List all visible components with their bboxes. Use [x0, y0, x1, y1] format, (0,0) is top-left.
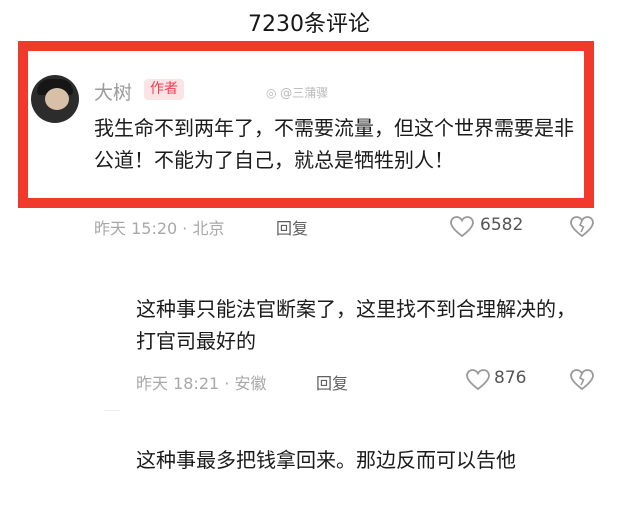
- comment-time: 昨天 15:20 · 北京: [94, 219, 225, 238]
- avatar-face: [45, 88, 69, 110]
- comment-text: 我生命不到两年了，不需要流量，但这个世界需要是非公道！不能为了自己，就总是牺牲别…: [94, 116, 574, 172]
- heart-icon[interactable]: [450, 216, 474, 238]
- broken-heart-icon[interactable]: [570, 369, 594, 391]
- comment-time: 昨天 18:21 · 安徽: [136, 374, 267, 393]
- comment-text: 这种事最多把钱拿回来。那边反而可以告他: [136, 448, 516, 472]
- weibo-icon: ◎: [266, 86, 281, 100]
- broken-heart-icon[interactable]: [570, 216, 594, 238]
- watermark: ◎ @三蒲骤: [266, 84, 328, 101]
- watermark-text: @三蒲骤: [280, 86, 329, 100]
- like-count: 6582: [480, 215, 524, 235]
- like-count: 876: [494, 368, 527, 388]
- avatar[interactable]: [31, 75, 79, 123]
- author-badge: 作者: [144, 79, 184, 100]
- comments-count-title: 7230条评论: [248, 12, 370, 37]
- heart-icon[interactable]: [466, 369, 490, 391]
- divider: [104, 410, 120, 411]
- comment-text: 这种事只能法官断案了，这里找不到合理解决的，打官司最好的: [136, 297, 576, 353]
- reply-button[interactable]: 回复: [316, 370, 348, 394]
- author-name[interactable]: 大树: [94, 78, 132, 105]
- reply-button[interactable]: 回复: [276, 215, 308, 239]
